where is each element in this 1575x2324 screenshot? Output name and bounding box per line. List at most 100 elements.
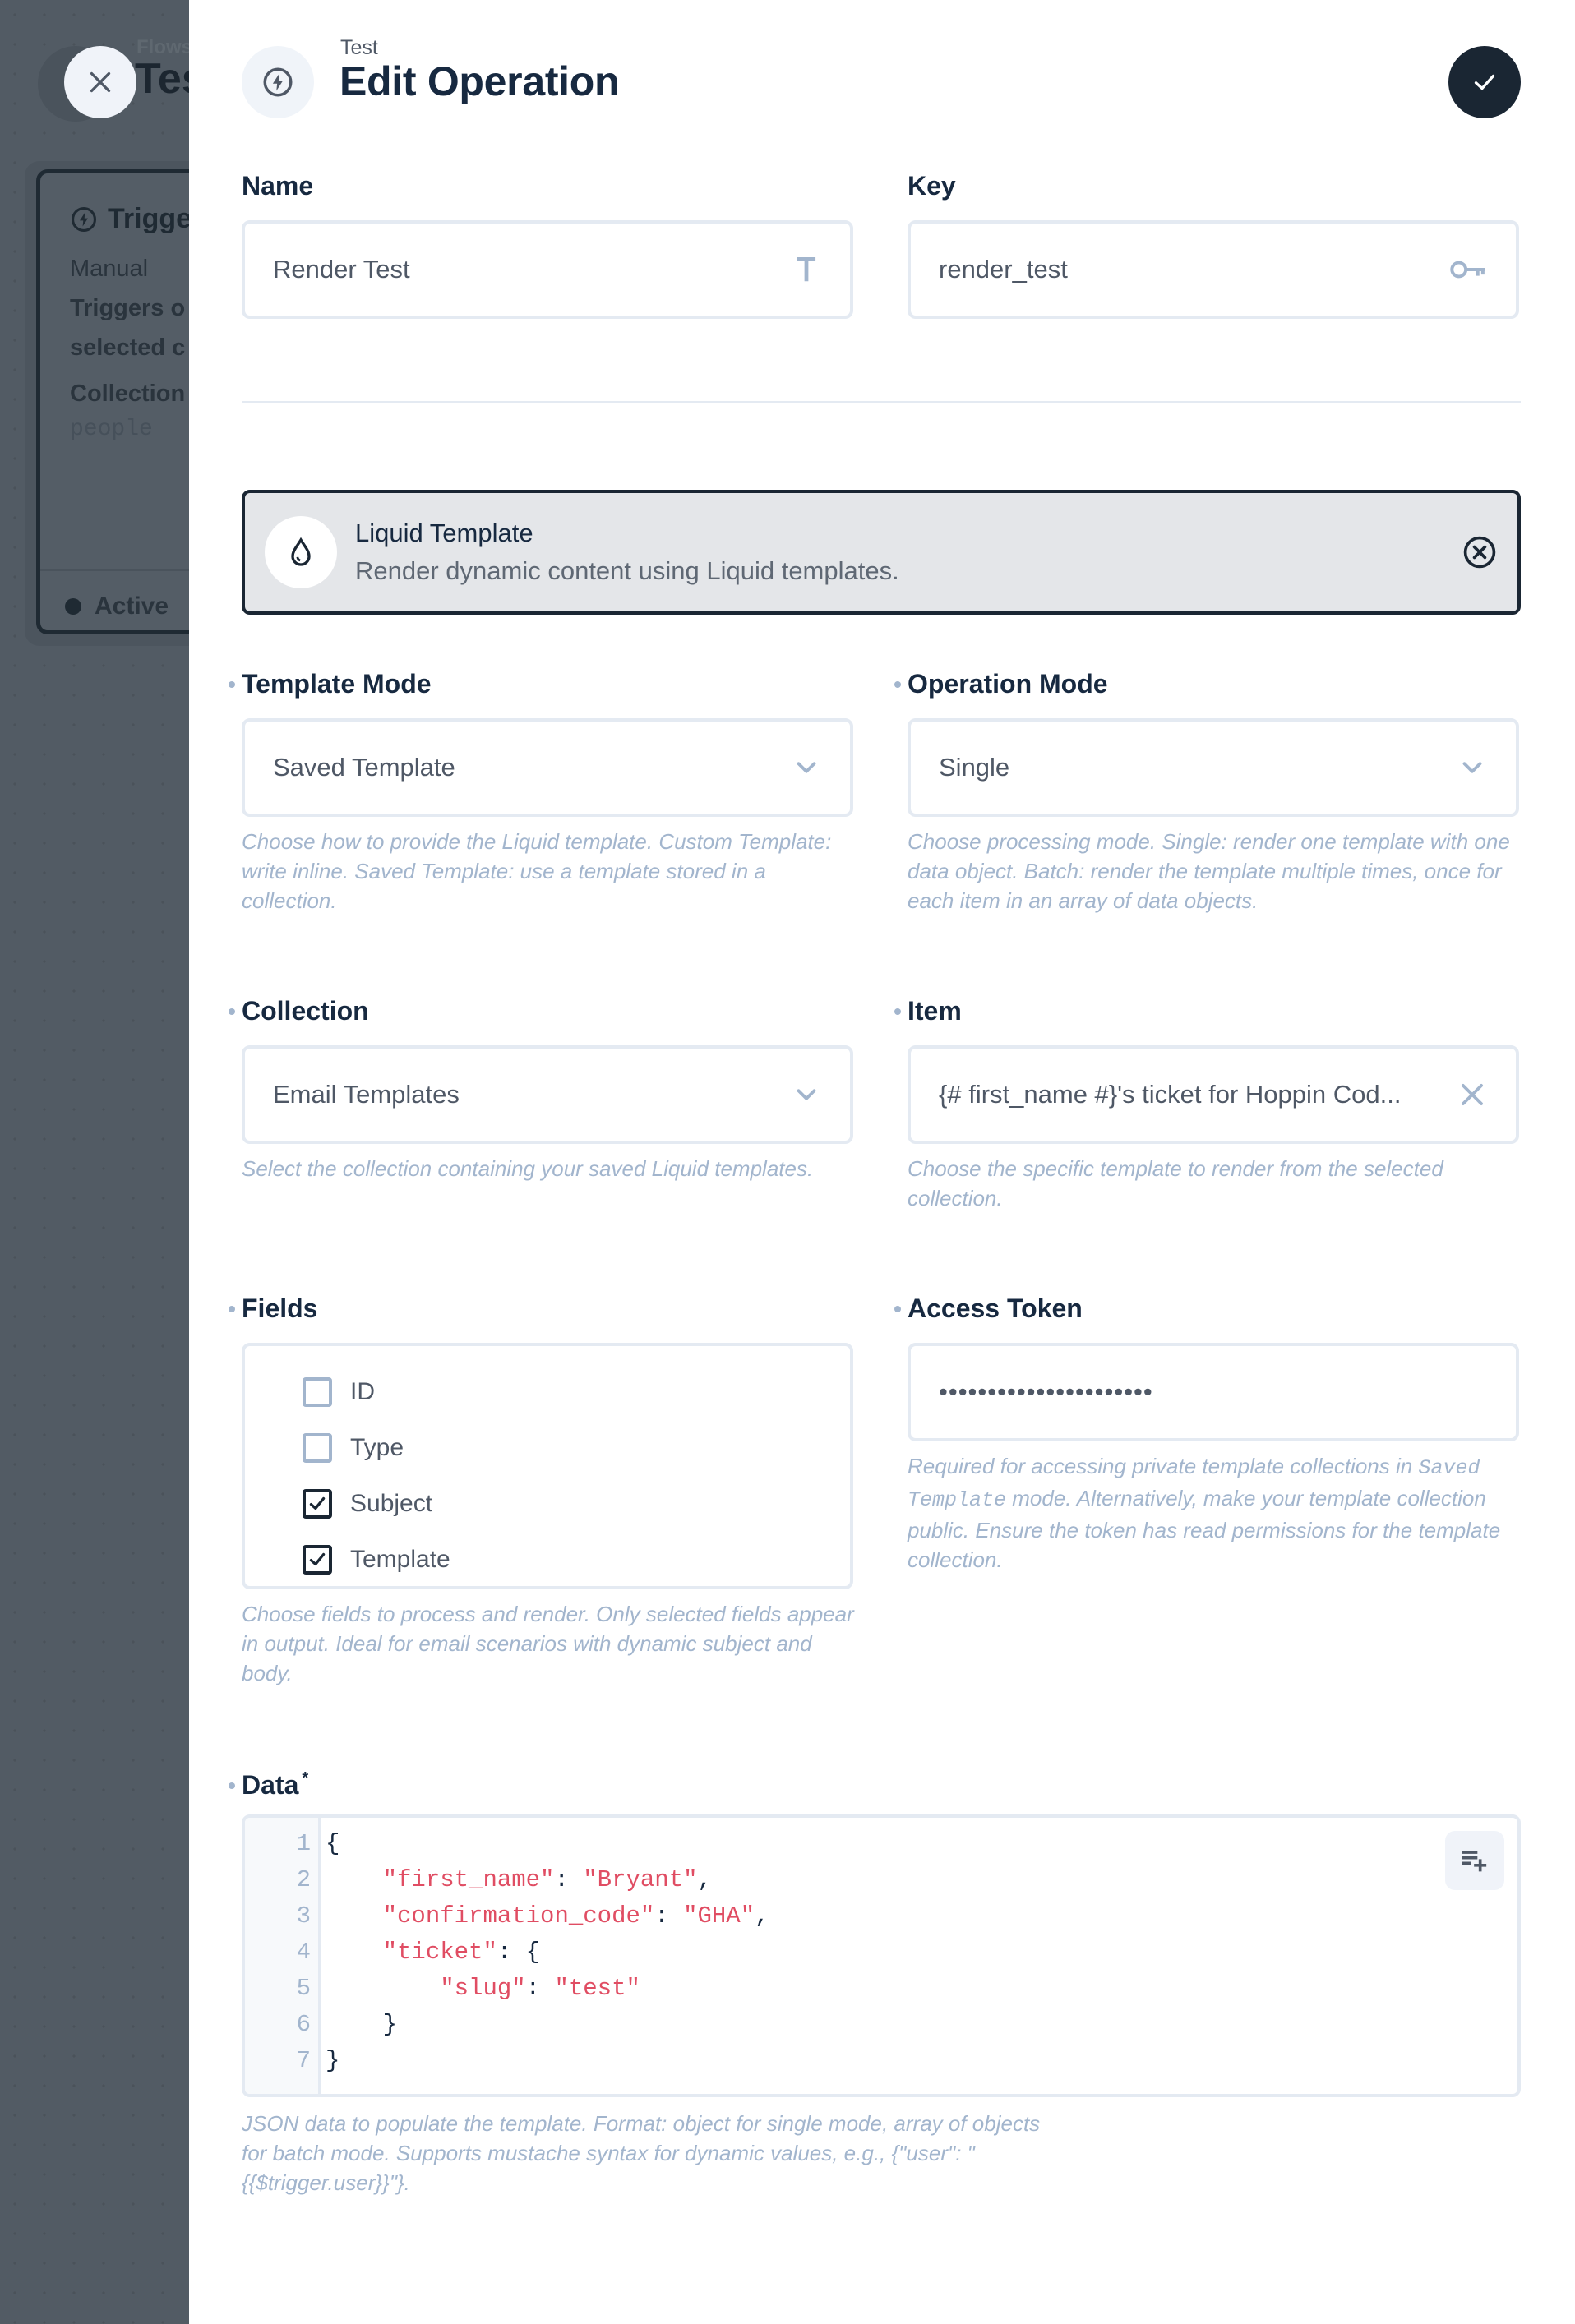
code-line: 3 "confirmation_code": "GHA", <box>245 1898 1517 1934</box>
code-text: } <box>312 2043 339 2079</box>
template-mode-field: Template Mode Saved Template Choose how … <box>229 666 853 913</box>
code-line: 1{ <box>245 1826 1517 1862</box>
access-token-note: Required for accessing private template … <box>908 1451 1532 1575</box>
field-option-subject[interactable]: Subject <box>245 1476 850 1532</box>
key-input[interactable]: render_test <box>908 220 1519 319</box>
name-field: Name Render Test <box>242 168 853 319</box>
access-token-label: Access Token <box>894 1290 1083 1326</box>
data-label: Data * <box>229 1767 308 1803</box>
fields-note: Choose fields to process and render. Onl… <box>242 1602 854 1685</box>
field-option-type[interactable]: Type <box>245 1420 850 1476</box>
json-separator: : <box>497 1939 526 1966</box>
operation-text: Liquid Template Render dynamic content u… <box>355 514 1462 590</box>
json-value: "test" <box>554 1975 640 2002</box>
checkbox[interactable] <box>303 1377 332 1407</box>
clear-item-button[interactable] <box>1457 1079 1488 1110</box>
fields-checklist: ID Type Subject Template <box>242 1343 853 1589</box>
bolt-icon <box>71 206 97 232</box>
json-punctuation: { <box>326 1830 340 1857</box>
section-divider <box>242 401 1521 403</box>
key-label: Key <box>908 171 956 201</box>
trigger-status: Active <box>65 593 169 620</box>
required-dot <box>894 1008 901 1015</box>
check-icon <box>309 1496 326 1510</box>
fields-field: Fields ID Type Subject Template Choose f… <box>229 1290 854 1685</box>
operation-icon-badge <box>265 516 337 588</box>
item-value: {# first_name #}'s ticket for Hoppin Cod… <box>939 1080 1402 1109</box>
checkbox[interactable] <box>303 1433 332 1463</box>
item-select[interactable]: {# first_name #}'s ticket for Hoppin Cod… <box>908 1045 1519 1144</box>
code-line: 6 } <box>245 2007 1517 2043</box>
header-icon-badge <box>242 46 314 118</box>
json-separator: : <box>654 1902 684 1930</box>
access-token-input[interactable]: •••••••••••••••••••••• <box>908 1343 1519 1441</box>
remove-operation-button[interactable] <box>1462 534 1498 570</box>
checkbox[interactable] <box>303 1545 332 1575</box>
save-button[interactable] <box>1448 46 1521 118</box>
name-label: Name <box>242 171 314 201</box>
close-icon <box>90 71 111 93</box>
line-number: 7 <box>296 2047 311 2074</box>
template-mode-select[interactable]: Saved Template <box>242 718 853 817</box>
selected-operation-card[interactable]: Liquid Template Render dynamic content u… <box>242 490 1521 615</box>
option-label: Template <box>350 1546 450 1573</box>
line-number: 3 <box>296 1902 311 1930</box>
json-punctuation: , <box>755 1902 769 1930</box>
option-label: Subject <box>350 1490 433 1517</box>
line-number: 6 <box>296 2011 311 2038</box>
collection-field: Collection Email Templates Select the co… <box>229 993 853 1181</box>
operation-mode-label-text: Operation Mode <box>908 669 1108 699</box>
operation-description: Render dynamic content using Liquid temp… <box>355 556 899 585</box>
json-punctuation: } <box>326 2047 340 2074</box>
checkbox[interactable] <box>303 1489 332 1519</box>
key-value: render_test <box>939 255 1068 284</box>
code-line: 7} <box>245 2043 1517 2079</box>
json-separator: : <box>554 1866 584 1893</box>
insert-variable-button[interactable] <box>1445 1831 1504 1890</box>
collection-label: Collection <box>229 993 369 1029</box>
collection-select[interactable]: Email Templates <box>242 1045 853 1144</box>
code-line: 2 "first_name": "Bryant", <box>245 1862 1517 1898</box>
field-option-template[interactable]: Template <box>245 1532 850 1588</box>
chevron-down-icon <box>791 1079 822 1110</box>
code-line: 5 "slug": "test" <box>245 1971 1517 2007</box>
operation-mode-select[interactable]: Single <box>908 718 1519 817</box>
item-label: Item <box>894 993 962 1029</box>
trigger-collections-label: Collection <box>70 380 186 407</box>
chevron-down-icon <box>791 752 822 783</box>
json-key: "ticket" <box>382 1939 497 1966</box>
text-type-icon <box>791 254 822 285</box>
close-drawer-button[interactable] <box>64 46 136 118</box>
line-number: 2 <box>296 1866 311 1893</box>
json-punctuation: , <box>697 1866 712 1893</box>
operation-mode-label: Operation Mode <box>894 666 1108 702</box>
operation-mode-note: Choose processing mode. Single: render o… <box>908 829 1510 913</box>
field-option-id[interactable]: ID <box>245 1364 850 1420</box>
data-label-text: Data <box>242 1770 299 1800</box>
trigger-description-1: Triggers o <box>70 295 186 321</box>
code-text: "ticket": { <box>312 1934 540 1971</box>
fields-label-text: Fields <box>242 1293 318 1323</box>
json-code-editor[interactable]: 1{2 "first_name": "Bryant", 3 "confirmati… <box>242 1814 1521 2097</box>
template-mode-label-text: Template Mode <box>242 669 432 699</box>
collection-note: Select the collection containing your sa… <box>242 1156 814 1181</box>
code-text: "slug": "test" <box>312 1971 640 2007</box>
line-number: 1 <box>296 1830 311 1857</box>
operation-mode-value: Single <box>939 753 1010 782</box>
required-dot <box>229 1008 235 1015</box>
name-input[interactable]: Render Test <box>242 220 853 319</box>
bolt-icon <box>263 67 293 97</box>
template-mode-value: Saved Template <box>273 753 455 782</box>
template-mode-label: Template Mode <box>229 666 432 702</box>
chevron-down-icon <box>1457 752 1488 783</box>
trigger-type: Manual <box>70 256 149 282</box>
json-value: "GHA" <box>683 1902 755 1930</box>
code-line: 4 "ticket": { <box>245 1934 1517 1971</box>
note-text: Required for accessing private template … <box>908 1454 1419 1478</box>
access-token-label-text: Access Token <box>908 1293 1083 1323</box>
drawer-title: Edit Operation <box>339 58 620 104</box>
